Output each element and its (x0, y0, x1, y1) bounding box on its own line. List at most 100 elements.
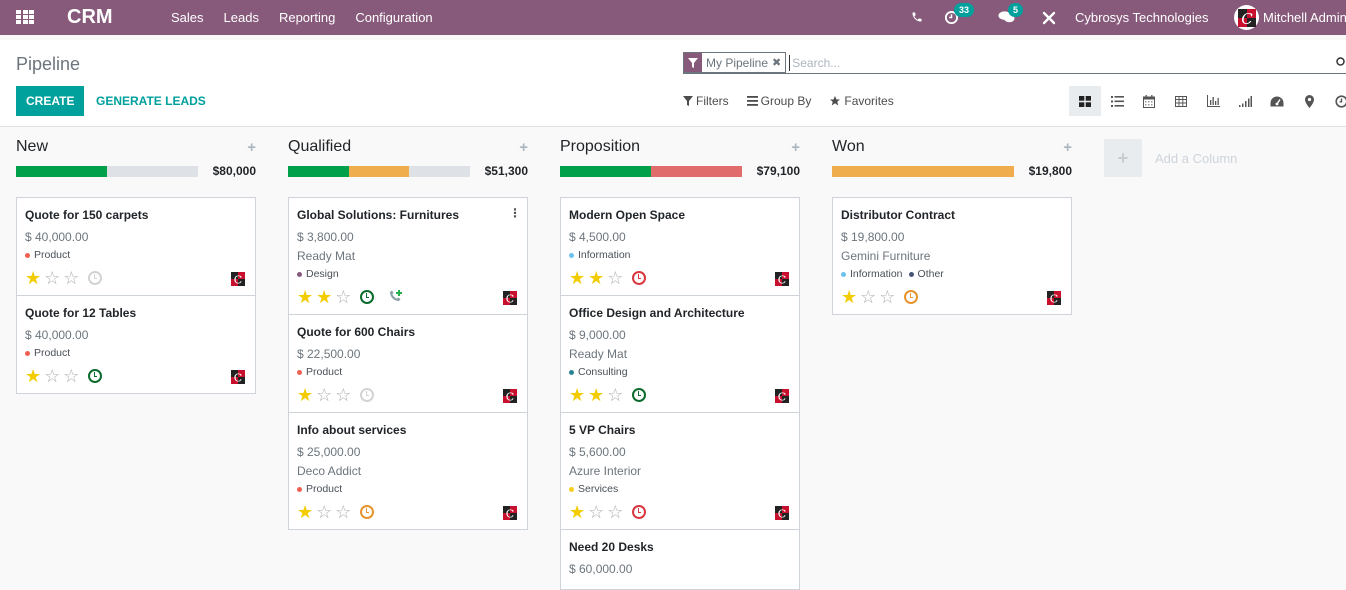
priority-star-icon[interactable]: ☆ (63, 367, 79, 385)
remove-facet-icon[interactable]: ✖ (772, 56, 785, 69)
activity-clock-icon[interactable] (360, 290, 374, 304)
voip-button[interactable] (911, 11, 923, 23)
activities-button[interactable]: 33 (944, 10, 959, 25)
card-menu-icon[interactable]: ⋮ (509, 206, 521, 220)
progress-segment[interactable] (651, 166, 742, 177)
priority-star-icon[interactable]: ★ (569, 269, 585, 287)
kanban-card[interactable]: Modern Open Space$ 4,500.00Information★★… (561, 198, 799, 296)
user-menu[interactable]: C Mitchell Admin (1234, 5, 1346, 30)
calendar-view-button[interactable] (1133, 86, 1165, 116)
priority-star-icon[interactable]: ☆ (44, 269, 60, 287)
kanban-card[interactable]: Office Design and Architecture$ 9,000.00… (561, 296, 799, 413)
column-title[interactable]: Won (832, 138, 865, 156)
activity-clock-icon[interactable] (88, 369, 102, 383)
salesperson-avatar[interactable]: C (775, 389, 789, 403)
priority-star-icon[interactable]: ☆ (860, 288, 876, 306)
quick-create-plus-icon[interactable]: + (519, 139, 528, 156)
column-progress-bar[interactable] (288, 166, 470, 177)
kanban-card[interactable]: Distributor Contract$ 19,800.00Gemini Fu… (833, 198, 1071, 314)
kanban-card[interactable]: 5 VP Chairs$ 5,600.00Azure InteriorServi… (561, 413, 799, 530)
activity-clock-icon[interactable] (360, 388, 374, 402)
kanban-card[interactable]: Quote for 150 carpets$ 40,000.00Product★… (17, 198, 255, 296)
priority-star-icon[interactable]: ★ (297, 386, 313, 404)
kanban-card[interactable]: Need 20 Desks$ 60,000.00 (561, 530, 799, 589)
salesperson-avatar[interactable]: C (503, 389, 517, 403)
activity-view-button[interactable] (1325, 86, 1346, 116)
priority-star-icon[interactable]: ★ (569, 503, 585, 521)
priority-star-icon[interactable]: ★ (588, 269, 604, 287)
activity-clock-icon[interactable] (632, 271, 646, 285)
salesperson-avatar[interactable]: C (775, 506, 789, 520)
priority-star-icon[interactable]: ☆ (607, 386, 623, 404)
dashboard-view-button[interactable] (1261, 86, 1293, 116)
salesperson-avatar[interactable]: C (1047, 291, 1061, 305)
graph-view-button[interactable] (1197, 86, 1229, 116)
column-title[interactable]: New (16, 138, 48, 156)
add-call-icon[interactable] (388, 289, 404, 306)
list-view-button[interactable] (1101, 86, 1133, 116)
progress-segment[interactable] (349, 166, 410, 177)
quick-create-plus-icon[interactable]: + (1063, 139, 1072, 156)
salesperson-avatar[interactable]: C (503, 506, 517, 520)
kanban-view-button[interactable] (1069, 86, 1101, 116)
map-view-button[interactable] (1293, 86, 1325, 116)
salesperson-avatar[interactable]: C (231, 370, 245, 384)
kanban-card[interactable]: Info about services$ 25,000.00Deco Addic… (289, 413, 527, 529)
priority-star-icon[interactable]: ☆ (335, 288, 351, 306)
priority-star-icon[interactable]: ☆ (335, 386, 351, 404)
apps-menu-icon[interactable] (16, 10, 34, 24)
activity-clock-icon[interactable] (904, 290, 918, 304)
quick-create-plus-icon[interactable]: + (791, 139, 800, 156)
progress-segment[interactable] (560, 166, 651, 177)
kanban-card[interactable]: Quote for 12 Tables$ 40,000.00Product★☆☆… (17, 296, 255, 393)
favorites-dropdown[interactable]: Favorites (829, 94, 893, 108)
group-by-dropdown[interactable]: Group By (747, 94, 812, 108)
activity-clock-icon[interactable] (360, 505, 374, 519)
pivot-view-button[interactable] (1165, 86, 1197, 116)
debug-tools-button[interactable] (1042, 11, 1056, 25)
messages-button[interactable]: 5 (998, 10, 1015, 24)
activity-clock-icon[interactable] (632, 505, 646, 519)
priority-star-icon[interactable]: ★ (25, 269, 41, 287)
priority-star-icon[interactable]: ★ (841, 288, 857, 306)
kanban-card[interactable]: ⋮Global Solutions: Furnitures$ 3,800.00R… (289, 198, 527, 315)
column-progress-bar[interactable] (16, 166, 198, 177)
menu-sales[interactable]: Sales (171, 10, 204, 25)
progress-segment[interactable] (832, 166, 1014, 177)
priority-star-icon[interactable]: ☆ (63, 269, 79, 287)
cohort-view-button[interactable] (1229, 86, 1261, 116)
column-progress-bar[interactable] (560, 166, 742, 177)
column-progress-bar[interactable] (832, 166, 1014, 177)
priority-star-icon[interactable]: ★ (588, 386, 604, 404)
app-name[interactable]: CRM (67, 6, 113, 29)
salesperson-avatar[interactable]: C (503, 291, 517, 305)
priority-star-icon[interactable]: ★ (316, 288, 332, 306)
priority-star-icon[interactable]: ★ (297, 288, 313, 306)
priority-star-icon[interactable]: ☆ (335, 503, 351, 521)
priority-star-icon[interactable]: ★ (297, 503, 313, 521)
kanban-card[interactable]: Quote for 600 Chairs$ 22,500.00Product★☆… (289, 315, 527, 413)
activity-clock-icon[interactable] (632, 388, 646, 402)
create-button[interactable]: CREATE (16, 86, 84, 116)
priority-star-icon[interactable]: ★ (25, 367, 41, 385)
priority-star-icon[interactable]: ☆ (607, 269, 623, 287)
generate-leads-button[interactable]: GENERATE LEADS (88, 86, 214, 116)
menu-configuration[interactable]: Configuration (355, 10, 432, 25)
priority-star-icon[interactable]: ☆ (316, 503, 332, 521)
quick-create-plus-icon[interactable]: + (247, 139, 256, 156)
company-switcher[interactable]: Cybrosys Technologies (1075, 10, 1208, 25)
search-input[interactable] (789, 55, 1309, 71)
menu-leads[interactable]: Leads (224, 10, 259, 25)
column-title[interactable]: Qualified (288, 138, 351, 156)
progress-segment[interactable] (288, 166, 349, 177)
priority-star-icon[interactable]: ★ (569, 386, 585, 404)
priority-star-icon[interactable]: ☆ (44, 367, 60, 385)
add-column-button[interactable]: + Add a Column (1104, 139, 1237, 177)
priority-star-icon[interactable]: ☆ (588, 503, 604, 521)
search-options-toggle[interactable] (1336, 55, 1346, 70)
menu-reporting[interactable]: Reporting (279, 10, 335, 25)
salesperson-avatar[interactable]: C (231, 272, 245, 286)
priority-star-icon[interactable]: ☆ (607, 503, 623, 521)
column-title[interactable]: Proposition (560, 138, 640, 156)
salesperson-avatar[interactable]: C (775, 272, 789, 286)
